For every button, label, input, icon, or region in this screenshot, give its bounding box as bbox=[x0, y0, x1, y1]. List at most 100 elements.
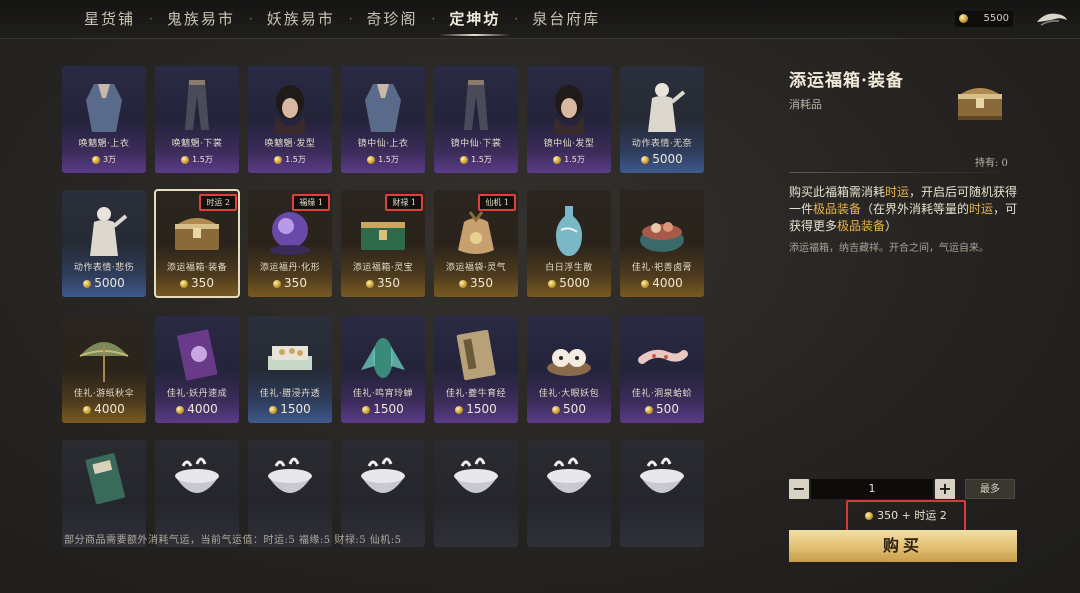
shop-item-card[interactable]: 时运 2 添运福箱·装备 350 bbox=[154, 189, 240, 298]
shop-item-card[interactable]: 佳礼·妖丹速成 4000 bbox=[155, 316, 239, 423]
item-price-value: 500 bbox=[563, 402, 586, 416]
tab-5[interactable]: 泉台府库 bbox=[518, 0, 614, 38]
item-name: 佳礼·大眼妖包 bbox=[538, 389, 600, 399]
item-price: 5000 bbox=[62, 276, 146, 290]
porcelain-vase-icon bbox=[556, 206, 582, 256]
item-price: 4000 bbox=[62, 402, 146, 416]
item-price: 3万 bbox=[62, 154, 146, 165]
item-price-value: 1.5万 bbox=[378, 155, 399, 164]
shop-item-card[interactable]: 镜中仙·上衣 1.5万 bbox=[341, 66, 425, 173]
item-price: 1500 bbox=[341, 402, 425, 416]
tab-0[interactable]: 星货铺 bbox=[70, 0, 149, 38]
item-name: 镜中仙·发型 bbox=[543, 139, 595, 149]
item-price-value: 350 bbox=[377, 276, 400, 290]
item-price-value: 350 bbox=[191, 276, 214, 290]
item-name: 动作表情·无奈 bbox=[631, 139, 693, 149]
emote-figure-icon bbox=[648, 83, 686, 132]
shop-item-card[interactable]: 唤魑魍·发型 1.5万 bbox=[248, 66, 332, 173]
currency-display: 5500 bbox=[955, 11, 1013, 27]
item-price: 4000 bbox=[620, 276, 704, 290]
shop-item-card[interactable]: 动作表情·无奈 5000 bbox=[620, 66, 704, 173]
food-bowl-icon bbox=[640, 222, 684, 252]
item-price: 1.5万 bbox=[248, 154, 332, 165]
coin-icon bbox=[362, 405, 371, 414]
decrease-button[interactable]: − bbox=[789, 479, 809, 499]
item-price-value: 5000 bbox=[652, 152, 683, 166]
shop-item-card[interactable]: 福缘 1 添运福丹·化形 350 bbox=[248, 190, 332, 297]
item-price-value: 350 bbox=[284, 276, 307, 290]
item-price-value: 3万 bbox=[102, 155, 117, 164]
hairstyle-icon bbox=[274, 85, 306, 134]
item-price: 5000 bbox=[527, 276, 611, 290]
cloud-swirl-icon[interactable] bbox=[1035, 8, 1069, 28]
shop-item-card[interactable]: 镜中仙·发型 1.5万 bbox=[527, 66, 611, 173]
item-name: 添运福丹·化形 bbox=[259, 263, 321, 273]
rice-bowl-icon bbox=[547, 457, 591, 493]
shop-item-card[interactable]: 唤魑魍·上衣 3万 bbox=[62, 66, 146, 173]
quantity-stepper: − 1 + bbox=[789, 479, 955, 500]
shop-item-card[interactable] bbox=[527, 440, 611, 547]
item-price-value: 4000 bbox=[187, 402, 218, 416]
coin-icon bbox=[91, 155, 100, 164]
tab-2[interactable]: 妖族易市 bbox=[253, 0, 349, 38]
rice-bowl-icon bbox=[640, 457, 684, 493]
item-name: 佳礼·洞泉蛤蚧 bbox=[631, 389, 693, 399]
shop-item-card[interactable]: 唤魑魍·下裳 1.5万 bbox=[155, 66, 239, 173]
shop-item-card[interactable]: 财禄 1 添运福箱·灵宝 350 bbox=[341, 190, 425, 297]
shop-item-card[interactable]: 佳礼·洞泉蛤蚧 500 bbox=[620, 316, 704, 423]
shop-item-card[interactable]: 佳礼·腊浸卉透 1500 bbox=[248, 316, 332, 423]
rice-bowl-icon bbox=[361, 457, 405, 493]
coin-icon bbox=[460, 155, 469, 164]
shop-item-card[interactable]: 佳礼·游纸秋伞 4000 bbox=[62, 316, 146, 423]
coin-icon bbox=[548, 279, 557, 288]
owned-count: 持有: 0 bbox=[975, 158, 1008, 169]
rice-bowl-icon bbox=[454, 457, 498, 493]
shop-item-card[interactable]: 佳礼·鸣宵玲蝉 1500 bbox=[341, 316, 425, 423]
shop-item-card[interactable]: 镜中仙·下裳 1.5万 bbox=[434, 66, 518, 173]
coin-icon bbox=[269, 405, 278, 414]
tab-3[interactable]: 奇珍阁 bbox=[353, 0, 432, 38]
shop-item-card[interactable]: 动作表情·悲伤 5000 bbox=[62, 190, 146, 297]
item-price: 1500 bbox=[248, 402, 332, 416]
shop-tabs: 星货铺 · 鬼族易市 · 妖族易市 · 奇珍阁 · 定坤坊 · 泉台府库 bbox=[70, 0, 614, 38]
item-name: 白日浮生散 bbox=[545, 263, 593, 273]
coin-icon bbox=[455, 405, 464, 414]
hairstyle-icon bbox=[553, 85, 585, 134]
coin-icon bbox=[645, 405, 654, 414]
coin-icon bbox=[83, 405, 92, 414]
quantity-field[interactable]: 1 bbox=[811, 479, 933, 499]
coin-icon bbox=[959, 14, 968, 23]
max-button[interactable]: 最多 bbox=[965, 479, 1015, 499]
shop-item-card[interactable]: 白日浮生散 5000 bbox=[527, 190, 611, 297]
fortune-badge: 福缘 1 bbox=[292, 194, 330, 211]
item-name: 镜中仙·下裳 bbox=[450, 139, 502, 149]
item-name: 唤魑魍·上衣 bbox=[78, 139, 130, 149]
shop-item-card[interactable]: 仙机 1 添运福袋·灵气 350 bbox=[434, 190, 518, 297]
coin-icon bbox=[273, 279, 282, 288]
increase-button[interactable]: + bbox=[935, 479, 955, 499]
tab-1[interactable]: 鬼族易市 bbox=[153, 0, 249, 38]
highlight-text: 极品装备 bbox=[837, 219, 886, 233]
shop-item-card[interactable]: 佳礼·大眼妖包 500 bbox=[527, 316, 611, 423]
top-nav-bar: 星货铺 · 鬼族易市 · 妖族易市 · 奇珍阁 · 定坤坊 · 泉台府库 5500 bbox=[0, 0, 1080, 39]
shop-item-card[interactable]: 佳礼·夔牛育经 1500 bbox=[434, 316, 518, 423]
coin-icon bbox=[641, 279, 650, 288]
coin-icon bbox=[553, 155, 562, 164]
tray-icon bbox=[268, 346, 312, 370]
item-name: 唤魑魍·发型 bbox=[264, 139, 316, 149]
shop-item-card[interactable] bbox=[434, 440, 518, 547]
item-price-value: 1.5万 bbox=[471, 155, 492, 164]
tab-4[interactable]: 定坤坊 bbox=[435, 0, 514, 38]
coin-icon bbox=[181, 155, 190, 164]
item-price-value: 350 bbox=[470, 276, 493, 290]
coin-icon bbox=[176, 405, 185, 414]
shop-item-card[interactable] bbox=[620, 440, 704, 547]
coin-icon bbox=[274, 155, 283, 164]
shop-item-card[interactable]: 佳礼·祀善卤膏 4000 bbox=[620, 190, 704, 297]
buy-button[interactable]: 购买 bbox=[789, 530, 1017, 562]
buns-icon bbox=[547, 349, 591, 376]
item-price: 1.5万 bbox=[155, 154, 239, 165]
item-price-value: 1500 bbox=[280, 402, 311, 416]
highlight-text: 时运 bbox=[969, 202, 994, 216]
coin-icon bbox=[552, 405, 561, 414]
